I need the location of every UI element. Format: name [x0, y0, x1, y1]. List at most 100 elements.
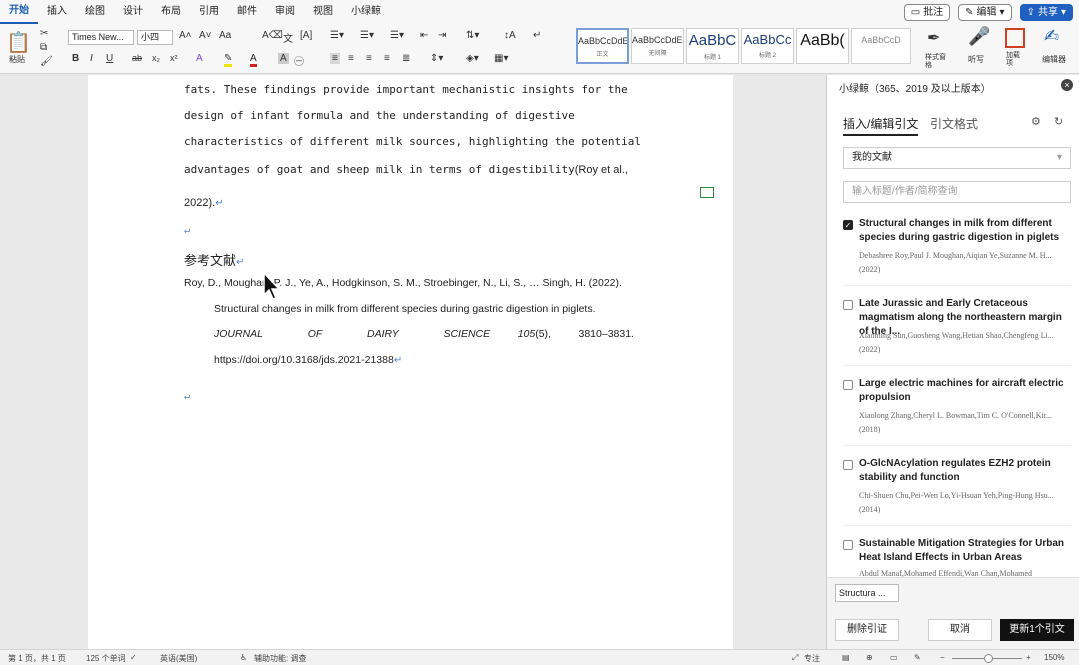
tab-insert-citation[interactable]: 插入/编辑引文 [843, 115, 919, 136]
tab-draw[interactable]: 绘图 [76, 0, 114, 24]
page-count[interactable]: 第 1 页，共 1 页 [8, 653, 66, 664]
paste-icon[interactable]: 📋 [6, 30, 31, 55]
char-shading-icon[interactable]: A [278, 53, 289, 64]
show-marks-icon[interactable]: ↵ [533, 30, 541, 41]
web-layout-icon[interactable]: ⊕ [866, 653, 873, 662]
font-color-icon[interactable]: A [250, 53, 257, 67]
citation-year[interactable]: 2022).↵ [184, 197, 224, 209]
line-spacing-icon[interactable]: ⇕▾ [430, 53, 443, 64]
close-icon[interactable]: × [1061, 79, 1073, 91]
list-item[interactable]: Sustainable Mitigation Strategies for Ur… [843, 537, 1071, 577]
zoom-out-icon[interactable]: − [940, 653, 945, 662]
increase-indent-icon[interactable]: ⇥ [438, 30, 446, 41]
enclose-char-icon[interactable]: ㊀ [294, 53, 304, 68]
style-heading-1[interactable]: AaBbC 标题 1 [686, 28, 739, 64]
font-size-select[interactable]: 小四 [137, 30, 173, 45]
comment-marker-icon[interactable] [700, 187, 714, 198]
clear-format-icon[interactable]: A⌫ [262, 30, 283, 41]
accessibility-status[interactable]: 辅助功能: 调查 [254, 653, 306, 664]
print-layout-icon[interactable]: ▤ [842, 653, 850, 662]
bullets-icon[interactable]: ☰▾ [330, 30, 344, 41]
subscript-icon[interactable]: x₂ [152, 53, 160, 63]
change-case-icon[interactable]: Aa [219, 30, 231, 41]
comment-button[interactable]: ▭ 批注 [903, 4, 951, 21]
text-direction-icon[interactable]: ⇅▾ [466, 30, 479, 41]
tab-design[interactable]: 设计 [114, 0, 152, 24]
tab-mailings[interactable]: 邮件 [228, 0, 266, 24]
border-char-icon[interactable]: [A] [300, 30, 312, 41]
copy-icon[interactable]: ⧉ [40, 42, 47, 53]
distributed-icon[interactable]: ≣ [402, 53, 410, 64]
phonetic-icon[interactable]: 文 [283, 30, 293, 45]
pen-icon[interactable]: ✎ [914, 653, 921, 662]
share-button[interactable]: ⇪ 共享 ▾ [1019, 4, 1073, 21]
refresh-icon[interactable]: ↻ [1054, 115, 1063, 128]
style-subtitle[interactable]: AaBbCcD [851, 28, 911, 64]
italic-icon[interactable]: I [90, 53, 93, 64]
multilevel-icon[interactable]: ☰▾ [390, 30, 404, 41]
tab-xiaolvjing[interactable]: 小绿鲸 [342, 0, 390, 24]
document-area[interactable]: fats. These findings provide important m… [0, 75, 826, 649]
shrink-font-icon[interactable]: A˅ [199, 30, 212, 41]
checkbox[interactable] [843, 540, 853, 550]
zoom-slider[interactable] [952, 654, 1022, 663]
borders-icon[interactable]: ▦▾ [494, 53, 508, 64]
language[interactable]: 英语(美国) [160, 653, 197, 664]
citation-field[interactable]: (Roy et al., [575, 164, 628, 176]
sort-icon[interactable]: ↕A [504, 30, 516, 41]
highlight-icon[interactable]: ✎ [224, 53, 233, 67]
library-select[interactable]: 我的文献 ▾ [843, 147, 1071, 169]
tab-home[interactable]: 开始 [0, 0, 38, 24]
settings-gear-icon[interactable]: ⚙ [1031, 115, 1041, 128]
zoom-level[interactable]: 150% [1044, 653, 1064, 662]
checkbox[interactable] [843, 460, 853, 470]
update-citation-button[interactable]: 更新1个引文 [1000, 619, 1074, 641]
zoom-in-icon[interactable]: + [1026, 653, 1031, 662]
align-left-icon[interactable]: ≡ [330, 53, 340, 64]
checkbox[interactable] [843, 300, 853, 310]
microphone-icon[interactable]: 🎤 [968, 26, 990, 47]
style-normal[interactable]: AaBbCcDdEe正文 [576, 28, 629, 64]
accessibility-icon[interactable]: ♿ [240, 653, 247, 662]
selected-citation-chip[interactable]: Structura ... [835, 584, 899, 602]
font-name-select[interactable]: Times New... [68, 30, 134, 45]
bold-icon[interactable]: B [72, 53, 79, 64]
zoom-slider-thumb[interactable] [984, 654, 993, 663]
text-effects-icon[interactable]: A [196, 53, 203, 64]
cancel-button[interactable]: 取消 [928, 619, 992, 641]
focus-mode[interactable]: 专注 [804, 653, 820, 664]
grow-font-icon[interactable]: A˄ [179, 30, 192, 41]
format-painter-icon[interactable]: 🖌 [40, 56, 53, 67]
numbering-icon[interactable]: ☰▾ [360, 30, 374, 41]
edit-mode-button[interactable]: ✎ 编辑 ▾ [958, 4, 1012, 21]
decrease-indent-icon[interactable]: ⇤ [420, 30, 428, 41]
shading-icon[interactable]: ◈▾ [466, 53, 479, 64]
read-mode-icon[interactable]: ▭ [890, 653, 898, 662]
search-input[interactable]: 输入标题/作者/简称查询 [843, 181, 1071, 203]
style-title[interactable]: AaBb( [796, 28, 849, 64]
remove-citation-button[interactable]: 删除引证 [835, 619, 899, 641]
checkbox[interactable] [843, 380, 853, 390]
style-heading-2[interactable]: AaBbCc 标题 2 [741, 28, 794, 64]
justify-icon[interactable]: ≡ [384, 53, 390, 64]
align-center-icon[interactable]: ≡ [348, 53, 354, 64]
tab-view[interactable]: 视图 [304, 0, 342, 24]
cut-icon[interactable]: ✂ [40, 28, 48, 39]
word-count[interactable]: 125 个单词 [86, 653, 126, 664]
strikethrough-icon[interactable]: ab [132, 53, 142, 63]
proofing-icon[interactable]: ✓ [130, 653, 137, 662]
focus-icon[interactable]: ⤢ [792, 653, 798, 663]
style-no-spacing[interactable]: AaBbCcDdEe 无间隔 [631, 28, 684, 64]
addins-icon[interactable] [1005, 28, 1025, 48]
superscript-icon[interactable]: x² [170, 53, 178, 63]
underline-icon[interactable]: U [106, 53, 113, 64]
tab-review[interactable]: 审阅 [266, 0, 304, 24]
align-right-icon[interactable]: ≡ [366, 53, 372, 64]
document-page[interactable]: fats. These findings provide important m… [88, 75, 733, 649]
tab-citation-style[interactable]: 引文格式 [930, 115, 978, 132]
reference-doi[interactable]: https://doi.org/10.3168/jds.2021-21388↵ [214, 354, 402, 366]
tab-layout[interactable]: 布局 [152, 0, 190, 24]
tab-insert[interactable]: 插入 [38, 0, 76, 24]
checkbox[interactable]: ✓ [843, 220, 853, 230]
style-pane-icon[interactable]: ✒ [927, 28, 940, 48]
